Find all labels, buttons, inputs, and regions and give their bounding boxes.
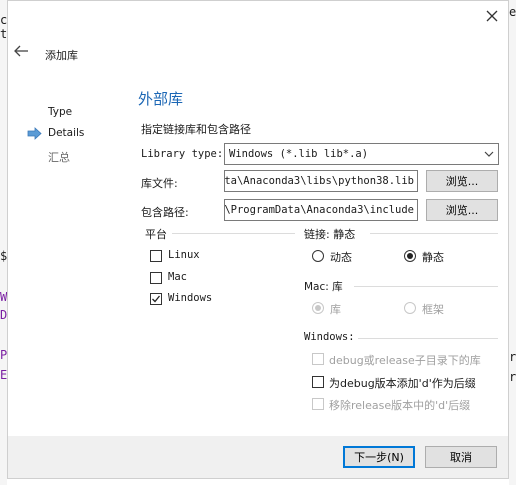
dialog-title: 添加库 [45, 49, 78, 62]
include-path-browse-button[interactable]: 浏览... [426, 199, 498, 221]
remove-d-suffix-label: 移除release版本中的'd'后缀 [329, 399, 471, 412]
cancel-button[interactable]: 取消 [425, 446, 497, 468]
background-editor-right [509, 0, 516, 485]
mac-checkbox[interactable] [150, 272, 162, 284]
static-radio[interactable] [404, 250, 416, 262]
mac-lib-separator [354, 286, 498, 287]
linking-title: 链接: 静态 [304, 228, 356, 241]
debug-release-subdir-label: debug或release子目录下的库 [329, 354, 481, 367]
library-type-select[interactable]: Windows (*.lib lib*.a) [224, 143, 499, 165]
background-char: e [509, 5, 516, 19]
remove-d-suffix-checkbox[interactable] [312, 398, 324, 410]
library-file-browse-button[interactable]: 浏览... [426, 170, 498, 192]
include-path-input[interactable]: C:\ProgramData\Anaconda3\include [224, 199, 418, 221]
mac-framework-label: 框架 [422, 303, 444, 316]
mac-lib-title: Mac: 库 [304, 281, 343, 293]
linux-label: Linux [168, 249, 200, 261]
close-icon[interactable] [485, 9, 499, 23]
step-type: Type [48, 106, 73, 118]
linux-checkbox[interactable] [150, 250, 162, 262]
mac-library-radio[interactable] [312, 302, 324, 314]
windows-label: Windows [168, 292, 213, 304]
windows-options-title: Windows: [304, 331, 355, 343]
section-subheading: 指定链接库和包含路径 [141, 123, 251, 136]
background-char: r [509, 370, 516, 384]
platform-title: 平台 [145, 228, 167, 241]
linking-separator [370, 233, 498, 234]
platform-separator [172, 233, 295, 234]
debug-release-subdir-checkbox[interactable] [312, 353, 324, 365]
windows-checkbox[interactable] [150, 293, 162, 305]
add-d-suffix-label: 为debug版本添加'd'作为后缀 [329, 377, 476, 390]
library-file-label: 库文件: [141, 177, 178, 190]
library-file-value: /ata\Anaconda3\libs\python38.lib [224, 175, 414, 187]
static-label: 静态 [422, 251, 444, 264]
library-type-value: Windows (*.lib lib*.a) [229, 148, 369, 160]
mac-library-label: 库 [330, 303, 341, 316]
check-icon [152, 295, 161, 303]
mac-label: Mac [168, 271, 187, 283]
next-button[interactable]: 下一步(N) [343, 446, 415, 468]
background-char: r [509, 350, 516, 364]
windows-options-separator [358, 338, 498, 339]
background-editor-left [0, 0, 7, 485]
chevron-down-icon [484, 149, 494, 162]
arrow-left-icon[interactable] [14, 44, 30, 58]
add-d-suffix-checkbox[interactable] [312, 376, 324, 388]
section-heading: 外部库 [138, 90, 184, 108]
include-path-value: C:\ProgramData\Anaconda3\include [224, 204, 414, 216]
library-file-input[interactable]: /ata\Anaconda3\libs\python38.lib [224, 170, 418, 192]
step-summary: 汇总 [48, 151, 70, 164]
mac-framework-radio[interactable] [404, 302, 416, 314]
library-type-label: Library type: [141, 148, 224, 160]
dynamic-radio[interactable] [312, 250, 324, 262]
include-path-label: 包含路径: [141, 206, 189, 219]
step-details: Details [48, 127, 85, 139]
dynamic-label: 动态 [330, 251, 352, 264]
current-step-arrow-icon [27, 127, 42, 140]
